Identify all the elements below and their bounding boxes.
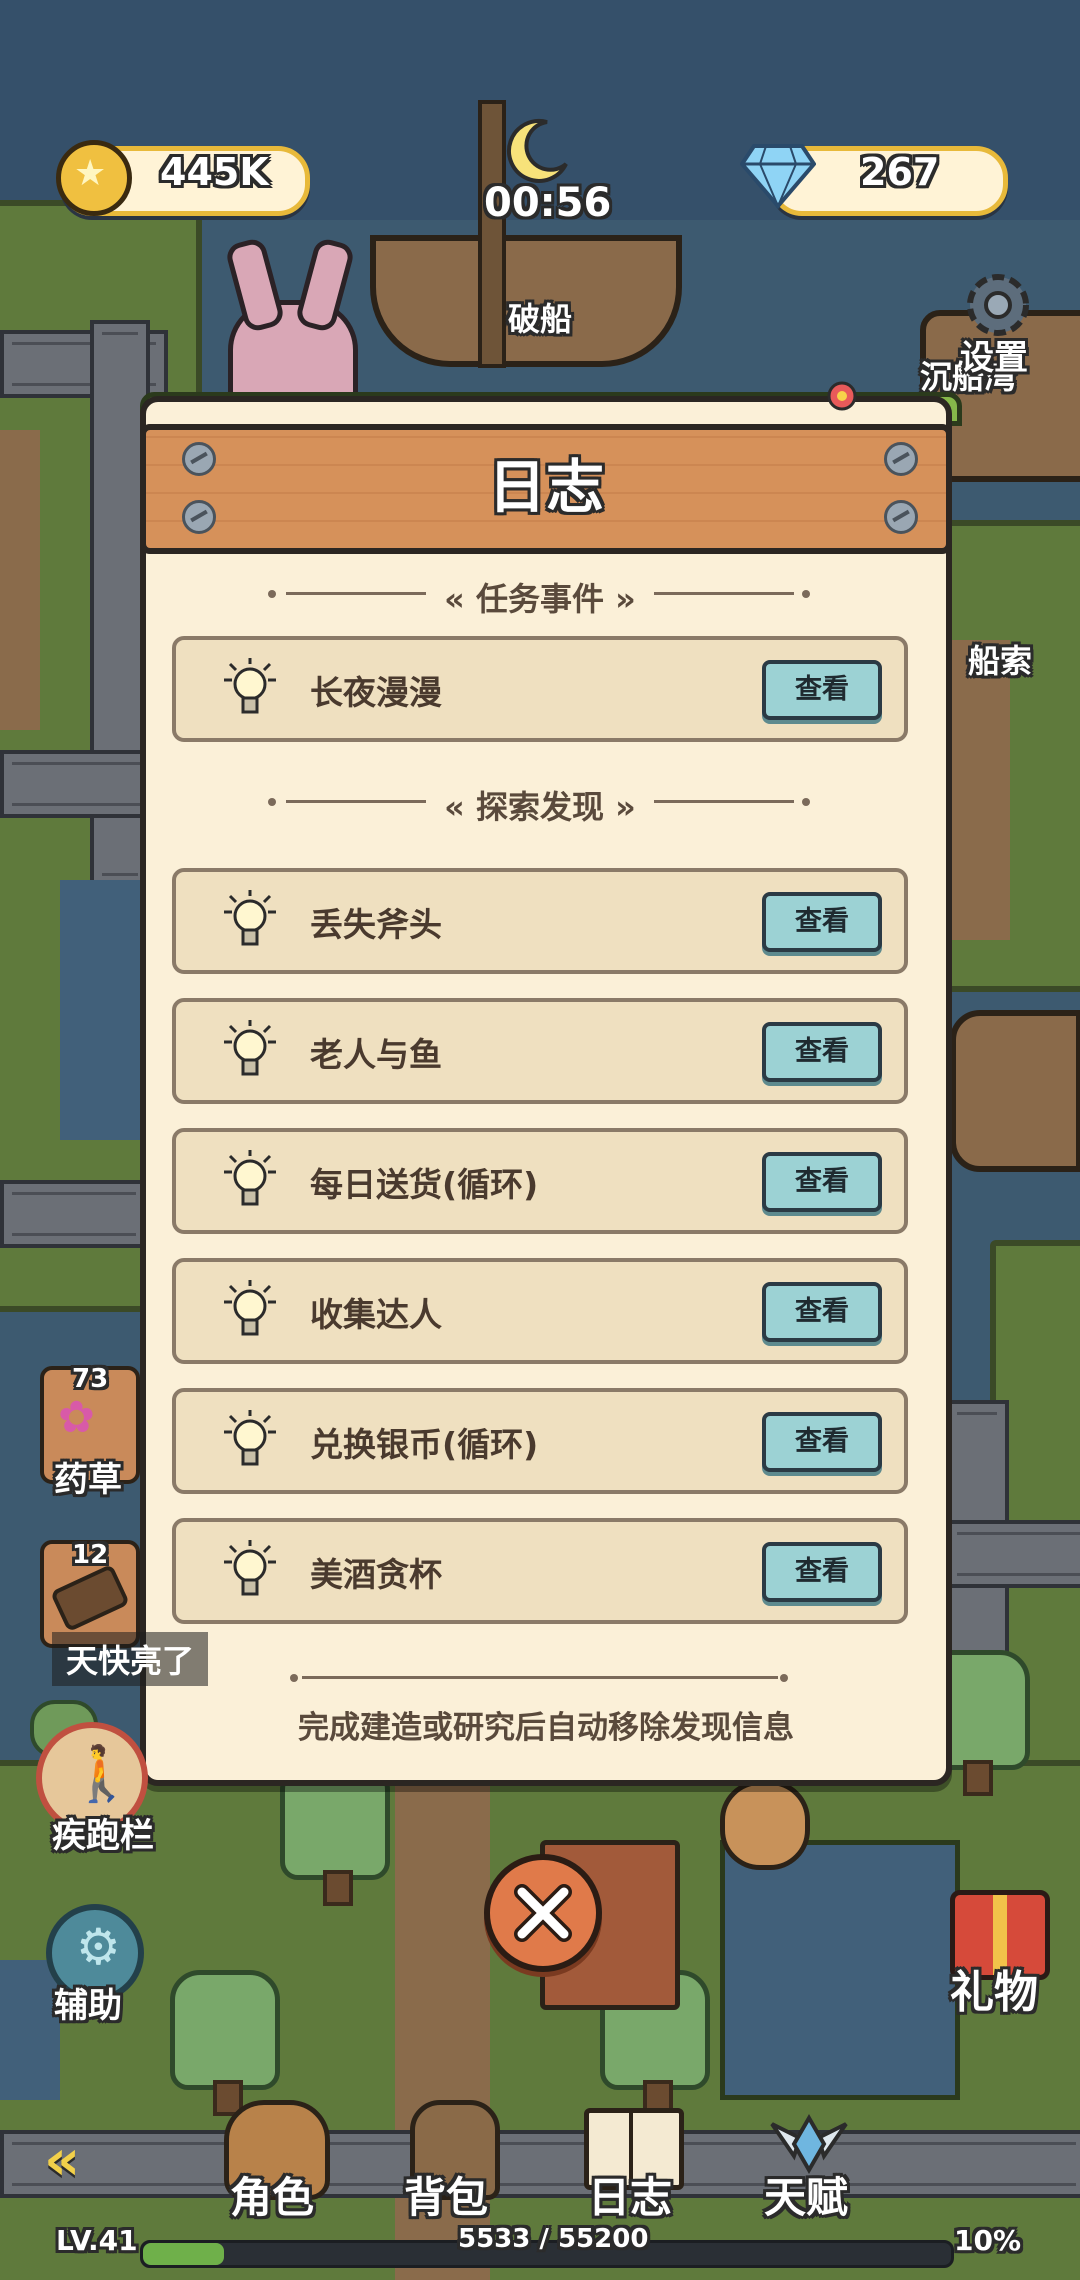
- boat: [950, 1010, 1080, 1172]
- tree: [170, 1970, 280, 2116]
- lightbulb-icon: [224, 1540, 276, 1596]
- view-button[interactable]: 查看: [762, 1412, 882, 1472]
- journal-title: 日志: [487, 453, 604, 521]
- stone-wall: [0, 1180, 148, 1248]
- discovery-label: 美酒贪杯: [310, 1555, 442, 1594]
- gear-icon: ⚙: [76, 1918, 121, 1976]
- discovery-row[interactable]: 美酒贪杯 查看: [172, 1518, 908, 1624]
- divider-dot: [268, 590, 276, 598]
- wood-count: 12: [72, 1540, 109, 1570]
- nav-journal[interactable]: 日志: [588, 2164, 672, 2225]
- dirt-path: [0, 430, 40, 730]
- herb-label: 药草: [54, 1460, 122, 1500]
- view-button[interactable]: 查看: [762, 1542, 882, 1602]
- npc-character[interactable]: [720, 1780, 810, 1870]
- walking-person-icon: 🚶: [68, 1742, 136, 1805]
- discovery-label: 丢失斧头: [310, 905, 442, 944]
- lightbulb-icon: [224, 890, 276, 946]
- assist-label[interactable]: 辅助: [54, 1978, 122, 2027]
- moon-icon: [502, 116, 572, 186]
- close-icon: [514, 1884, 572, 1942]
- discovery-row[interactable]: 丢失斧头 查看: [172, 868, 908, 974]
- night-timer: 00:56: [484, 180, 612, 226]
- player-level: LV.41: [56, 2224, 138, 2257]
- discovery-row[interactable]: 每日送货(循环) 查看: [172, 1128, 908, 1234]
- flower-icon: ✿: [58, 1392, 95, 1443]
- divider-dot: [802, 590, 810, 598]
- rabbit-ear: [224, 236, 286, 334]
- flower-icon: [822, 378, 872, 418]
- divider-dot: [290, 1674, 298, 1682]
- divider-dot: [268, 798, 276, 806]
- discovery-row[interactable]: 老人与鱼 查看: [172, 998, 908, 1104]
- water-area: [720, 1840, 960, 2100]
- lightbulb-icon: [224, 1020, 276, 1076]
- xp-progress-fill: [143, 2243, 224, 2265]
- nav-character[interactable]: 角色: [230, 2164, 314, 2225]
- herb-count: 73: [72, 1364, 109, 1394]
- section-header-missions: « 任务事件 »: [444, 580, 636, 618]
- dirt-path: [950, 640, 1010, 940]
- view-button[interactable]: 查看: [762, 892, 882, 952]
- nav-talent[interactable]: 天赋: [764, 2164, 848, 2225]
- view-button[interactable]: 查看: [762, 660, 882, 720]
- section-header-discoveries: « 探索发现 »: [444, 788, 636, 826]
- discovery-row[interactable]: 收集达人 查看: [172, 1258, 908, 1364]
- gift-label[interactable]: 礼物: [950, 1956, 1038, 2020]
- view-button[interactable]: 查看: [762, 1022, 882, 1082]
- discovery-label: 老人与鱼: [310, 1035, 442, 1074]
- water-area: [0, 1960, 60, 2100]
- diamond-icon: [739, 140, 817, 210]
- xp-text: 5533 / 55200: [458, 2224, 649, 2254]
- nav-bag[interactable]: 背包: [404, 2164, 488, 2225]
- settings-label[interactable]: 设置: [960, 330, 1028, 379]
- rope-label[interactable]: 船索: [968, 636, 1032, 682]
- sprint-label[interactable]: 疾跑栏: [52, 1808, 154, 1857]
- lightbulb-icon: [224, 1280, 276, 1336]
- discovery-label: 收集达人: [310, 1295, 442, 1334]
- view-button[interactable]: 查看: [762, 1282, 882, 1342]
- lightbulb-icon: [224, 658, 276, 714]
- xp-percent: 10%: [954, 2224, 1022, 2257]
- stone-wall: [0, 2130, 1080, 2198]
- close-button[interactable]: [484, 1854, 602, 1972]
- gold-coin-icon: ★: [56, 140, 132, 216]
- gem-amount: 267: [860, 150, 940, 194]
- lightbulb-icon: [224, 1150, 276, 1206]
- discovery-row[interactable]: 兑换银币(循环) 查看: [172, 1388, 908, 1494]
- divider-dot: [780, 1674, 788, 1682]
- gold-amount: 445K: [160, 150, 269, 194]
- divider-line: [302, 1676, 778, 1679]
- divider-dot: [802, 798, 810, 806]
- water-area: [60, 880, 150, 1140]
- location-label[interactable]: 破船: [508, 294, 572, 340]
- lightbulb-icon: [224, 1410, 276, 1466]
- collapse-arrow-icon[interactable]: «: [44, 2128, 80, 2193]
- view-button[interactable]: 查看: [762, 1152, 882, 1212]
- stone-wall: [945, 1520, 1080, 1588]
- notice-banner: 天快亮了: [52, 1632, 209, 1686]
- discovery-label: 兑换银币(循环): [310, 1425, 539, 1464]
- journal-footer-note: 完成建造或研究后自动移除发现信息: [298, 1710, 794, 1746]
- mission-label: 长夜漫漫: [310, 673, 442, 712]
- stone-wall: [0, 750, 158, 818]
- mission-row[interactable]: 长夜漫漫 查看: [172, 636, 908, 742]
- discovery-label: 每日送货(循环): [310, 1165, 539, 1204]
